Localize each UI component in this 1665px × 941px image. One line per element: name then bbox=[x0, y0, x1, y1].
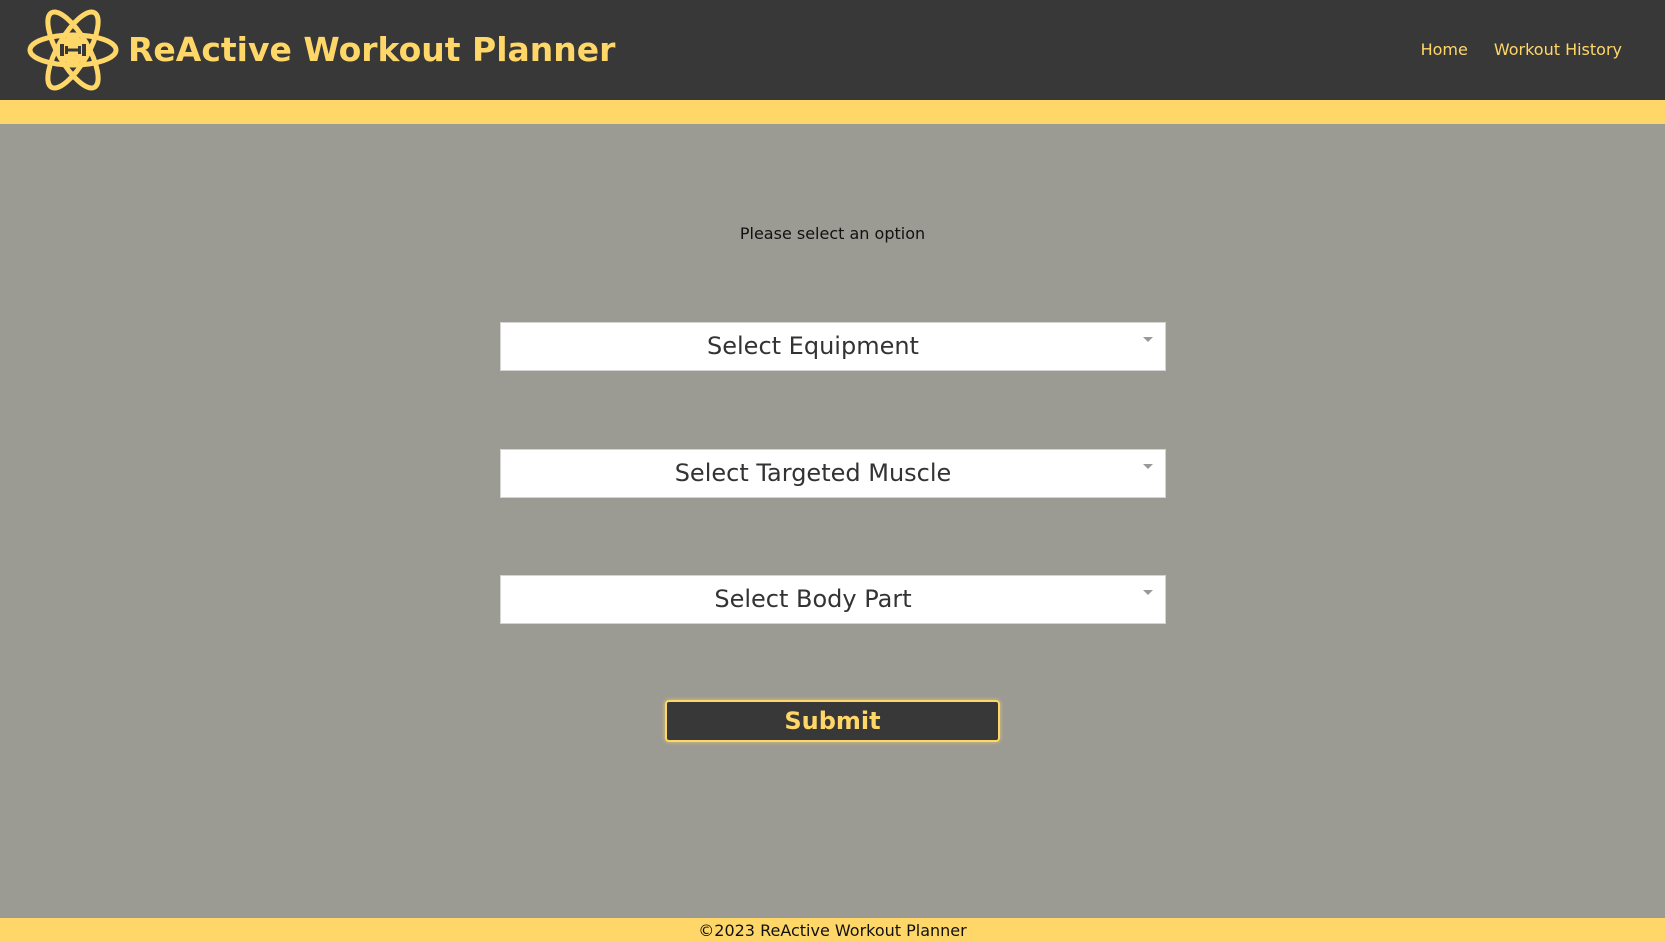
body-part-select[interactable]: Select Body Part bbox=[500, 575, 1166, 624]
app-header: ReActive Workout Planner Home Workout Hi… bbox=[0, 0, 1665, 100]
top-nav: Home Workout History bbox=[1421, 40, 1622, 59]
body-part-select-value: Select Body Part bbox=[714, 585, 912, 613]
equipment-select[interactable]: Select Equipment bbox=[500, 322, 1166, 371]
equipment-select-value: Select Equipment bbox=[707, 332, 919, 360]
targeted-muscle-select-value: Select Targeted Muscle bbox=[674, 459, 952, 487]
targeted-muscle-select[interactable]: Select Targeted Muscle bbox=[500, 449, 1166, 498]
select-prompt: Please select an option bbox=[739, 224, 926, 243]
submit-button[interactable]: Submit bbox=[665, 700, 1000, 742]
atom-dumbbell-icon[interactable] bbox=[27, 8, 119, 92]
nav-home-link[interactable]: Home bbox=[1421, 40, 1468, 59]
header-accent-stripe bbox=[0, 100, 1665, 124]
chevron-down-icon bbox=[1143, 337, 1153, 342]
chevron-down-icon bbox=[1143, 590, 1153, 595]
nav-workout-history-link[interactable]: Workout History bbox=[1494, 40, 1622, 59]
chevron-down-icon bbox=[1143, 464, 1153, 469]
app-title: ReActive Workout Planner bbox=[128, 30, 616, 69]
footer-copyright: ©2023 ReActive Workout Planner bbox=[0, 918, 1665, 941]
